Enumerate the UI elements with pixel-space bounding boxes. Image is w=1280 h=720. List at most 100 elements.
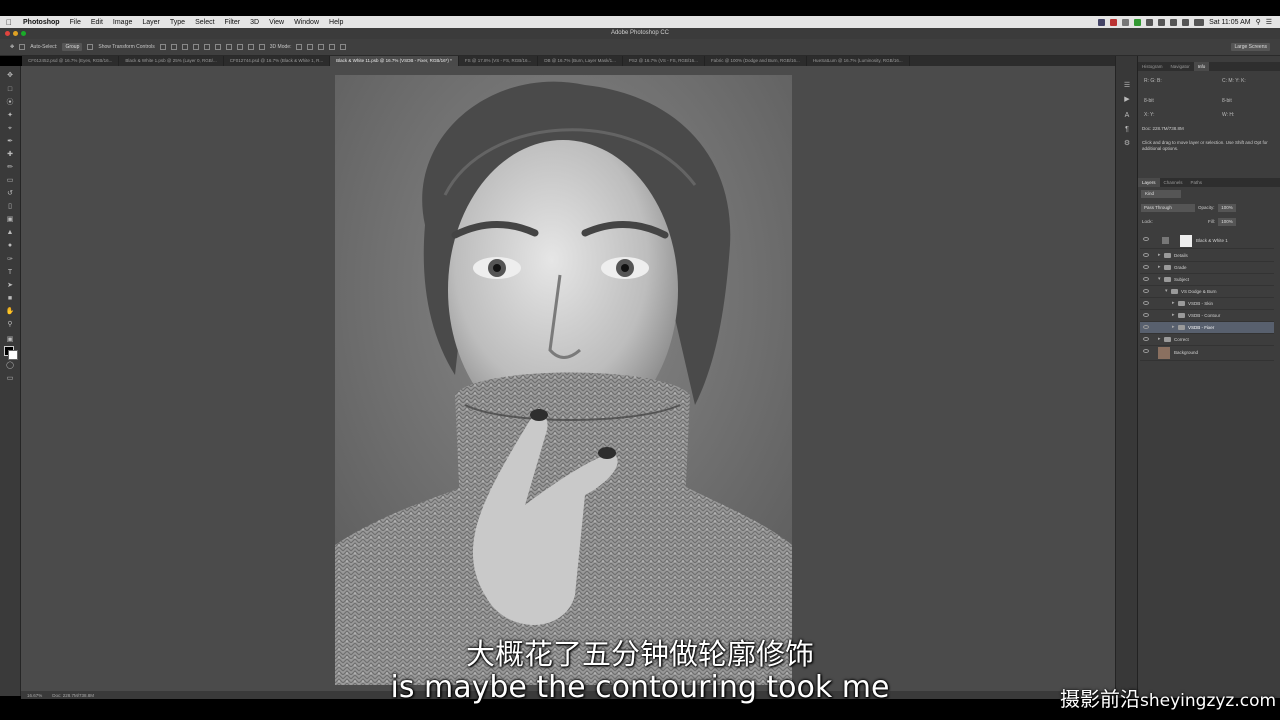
distribute-icon[interactable]	[247, 44, 254, 50]
auto-align-icon[interactable]	[258, 44, 265, 50]
menu-view[interactable]: View	[264, 19, 289, 26]
layer-row[interactable]: ▾ VS Dodge & Burn	[1140, 286, 1274, 298]
doc-tab[interactable]: Fabric @ 100% (Dodge and Burn, RGB/16...	[705, 56, 807, 66]
visibility-eye-icon[interactable]	[1143, 313, 1149, 317]
tray-app-icon[interactable]	[1134, 18, 1142, 26]
layer-row[interactable]: Background	[1140, 346, 1274, 361]
type-tool-icon[interactable]: T	[5, 269, 15, 277]
background-color-swatch[interactable]	[8, 350, 18, 360]
expand-arrow-icon[interactable]: ▸	[1158, 250, 1161, 261]
visibility-eye-icon[interactable]	[1143, 277, 1149, 281]
notifications-icon[interactable]: ☰	[1266, 18, 1272, 26]
eyedropper-tool-icon[interactable]: ✒	[5, 138, 15, 146]
default-colors-icon[interactable]: ▣	[5, 336, 15, 344]
3d-slide-icon[interactable]	[329, 44, 336, 50]
tab-channels[interactable]: Channels	[1160, 178, 1187, 187]
menu-app-name[interactable]: Photoshop	[18, 19, 65, 26]
screen-mode-icon[interactable]: ▭	[5, 375, 15, 383]
eraser-tool-icon[interactable]: ▯	[5, 203, 15, 211]
blend-mode-dropdown[interactable]: Pass Through	[1141, 204, 1195, 212]
visibility-eye-icon[interactable]	[1143, 237, 1149, 241]
brush-tool-icon[interactable]: ✏	[5, 164, 15, 172]
menu-edit[interactable]: Edit	[86, 19, 108, 26]
history-brush-tool-icon[interactable]: ↺	[5, 190, 15, 198]
visibility-eye-icon[interactable]	[1143, 265, 1149, 269]
tab-paths[interactable]: Paths	[1187, 178, 1207, 187]
move-tool-icon[interactable]: ✥	[5, 72, 15, 80]
3d-rotate-icon[interactable]	[296, 44, 303, 50]
actions-panel-icon[interactable]: ▶	[1122, 96, 1132, 104]
history-panel-icon[interactable]: ☰	[1122, 82, 1132, 90]
menu-file[interactable]: File	[65, 19, 86, 26]
layer-row[interactable]: ▸ Details	[1140, 250, 1274, 262]
doc-tab[interactable]: HueSatLum @ 16.7% (Luminosity, RGB/16...	[807, 56, 910, 66]
expand-arrow-icon[interactable]: ▸	[1158, 262, 1161, 273]
menu-type[interactable]: Type	[165, 19, 190, 26]
align-left-icon[interactable]	[192, 44, 199, 50]
shape-tool-icon[interactable]: ■	[5, 295, 15, 303]
visibility-eye-icon[interactable]	[1143, 301, 1149, 305]
healing-brush-tool-icon[interactable]: ✚	[5, 151, 15, 159]
doc-tab[interactable]: CF012744.psd @ 16.7% (Black & White 1, R…	[224, 56, 331, 66]
tray-app-icon[interactable]	[1110, 18, 1118, 26]
quick-select-tool-icon[interactable]: ✦	[5, 112, 15, 120]
align-right-icon[interactable]	[214, 44, 221, 50]
visibility-eye-icon[interactable]	[1143, 325, 1149, 329]
properties-panel-icon[interactable]: ⚙	[1122, 140, 1132, 148]
visibility-eye-icon[interactable]	[1143, 289, 1149, 293]
doc-tab[interactable]: DB @ 16.7% (Burn, Layer Mask/1...	[538, 56, 623, 66]
menubar-clock[interactable]: Sat 11:05 AM	[1209, 19, 1251, 26]
auto-select-dropdown[interactable]: Group	[62, 43, 83, 51]
layer-row-selected[interactable]: ▸ VSDB - Fixer	[1140, 322, 1274, 334]
quick-mask-icon[interactable]: ◯	[5, 362, 15, 370]
layer-row[interactable]: ▸ VSDB - Contour	[1140, 310, 1274, 322]
tab-layers[interactable]: Layers	[1138, 178, 1160, 187]
doc-tab[interactable]: Black & White 1.psb @ 25% (Layer 0, RGB/…	[119, 56, 224, 66]
3d-pan-icon[interactable]	[318, 44, 325, 50]
layer-row[interactable]: ▸ Grade	[1140, 262, 1274, 274]
opacity-field[interactable]: 100%	[1218, 204, 1236, 212]
layer-kind-filter[interactable]: Kind	[1141, 190, 1181, 198]
3d-scale-icon[interactable]	[340, 44, 347, 50]
search-icon[interactable]: ⚲	[1256, 18, 1261, 26]
collapse-arrow-icon[interactable]: ▾	[1158, 274, 1161, 285]
doc-tab[interactable]: PS2 @ 16.7% (VS - FS, RGB/16...	[623, 56, 705, 66]
blur-tool-icon[interactable]: ▲	[5, 229, 15, 237]
expand-arrow-icon[interactable]: ▸	[1158, 334, 1161, 345]
tray-app-icon[interactable]	[1146, 18, 1154, 26]
visibility-eye-icon[interactable]	[1143, 253, 1149, 257]
dodge-tool-icon[interactable]: ●	[5, 242, 15, 250]
tray-app-icon[interactable]	[1098, 18, 1106, 26]
visibility-eye-icon[interactable]	[1143, 349, 1149, 353]
document-photo[interactable]	[335, 75, 792, 685]
doc-tab-active[interactable]: Black & White 11.psb @ 16.7% (VSDB - Fix…	[330, 56, 459, 66]
doc-tab[interactable]: FS @ 17.8% (VS - FS, RGB/16...	[459, 56, 539, 66]
apple-icon[interactable]: 	[0, 18, 18, 27]
paragraph-panel-icon[interactable]: ¶	[1122, 126, 1132, 134]
layer-row[interactable]: Black & White 1	[1140, 234, 1274, 249]
layer-row[interactable]: ▸ Correct	[1140, 334, 1274, 346]
lasso-tool-icon[interactable]: ⦿	[5, 99, 15, 107]
expand-arrow-icon[interactable]: ▸	[1172, 322, 1175, 333]
menu-layer[interactable]: Layer	[137, 19, 165, 26]
menu-image[interactable]: Image	[108, 19, 137, 26]
collapse-arrow-icon[interactable]: ▾	[1165, 286, 1168, 297]
marquee-tool-icon[interactable]: □	[5, 86, 15, 94]
workspace-dropdown[interactable]: Large Screens	[1231, 43, 1270, 51]
distribute-icon[interactable]	[236, 44, 243, 50]
clone-stamp-tool-icon[interactable]: ▭	[5, 177, 15, 185]
doc-tab[interactable]: CF012452.psd @ 16.7% (Eyes, RGB/16...	[22, 56, 120, 66]
distribute-icon[interactable]	[225, 44, 232, 50]
align-top-icon[interactable]	[159, 44, 166, 50]
hand-tool-icon[interactable]: ✋	[5, 308, 15, 316]
align-bottom-icon[interactable]	[181, 44, 188, 50]
volume-icon[interactable]	[1182, 18, 1190, 26]
tab-navigator[interactable]: Navigator	[1167, 62, 1194, 71]
expand-arrow-icon[interactable]: ▸	[1172, 310, 1175, 321]
align-middle-icon[interactable]	[170, 44, 177, 50]
3d-roll-icon[interactable]	[307, 44, 314, 50]
tab-histogram[interactable]: Histogram	[1138, 62, 1167, 71]
menu-filter[interactable]: Filter	[220, 19, 246, 26]
menu-select[interactable]: Select	[190, 19, 219, 26]
gradient-tool-icon[interactable]: ▣	[5, 216, 15, 224]
